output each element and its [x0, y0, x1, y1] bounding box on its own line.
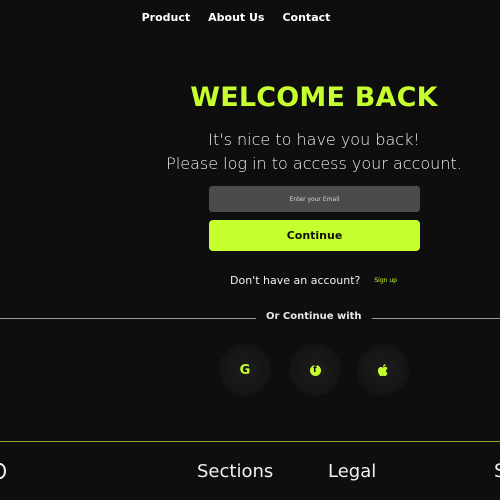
- apple-login-button[interactable]: [357, 344, 409, 396]
- page-title: WELCOME BACK: [190, 82, 438, 113]
- facebook-icon: f: [309, 364, 321, 376]
- top-nav: Product About Us Contact: [0, 11, 500, 24]
- signup-row: Don't have an account? Sign up: [230, 274, 397, 287]
- email-field[interactable]: [209, 186, 420, 212]
- nav-about-us[interactable]: About Us: [208, 11, 264, 24]
- divider-line-right: [372, 318, 500, 319]
- google-login-button[interactable]: G: [219, 344, 271, 396]
- signup-prompt: Don't have an account?: [230, 274, 361, 287]
- footer-divider: [0, 441, 500, 442]
- divider-line-left: [0, 318, 256, 319]
- facebook-login-button[interactable]: f: [289, 344, 341, 396]
- signup-link[interactable]: Sign up: [374, 277, 397, 284]
- apple-icon: [378, 364, 388, 376]
- nav-links: Product About Us Contact: [142, 11, 331, 24]
- subtitle-line-1: It's nice to have you back!: [208, 130, 420, 149]
- nav-product[interactable]: Product: [142, 11, 191, 24]
- nav-contact[interactable]: Contact: [282, 11, 330, 24]
- subtitle-line-2: Please log in to access your account.: [166, 154, 462, 173]
- divider-label: Or Continue with: [266, 311, 362, 322]
- footer-right-partial: S: [494, 460, 500, 482]
- footer-logo-partial: [0, 463, 6, 479]
- continue-button[interactable]: Continue: [209, 220, 420, 251]
- footer-legal-heading: Legal: [328, 461, 377, 482]
- or-continue-divider: Or Continue with: [0, 311, 500, 325]
- footer-sections-heading: Sections: [197, 461, 274, 482]
- google-icon: G: [239, 362, 251, 378]
